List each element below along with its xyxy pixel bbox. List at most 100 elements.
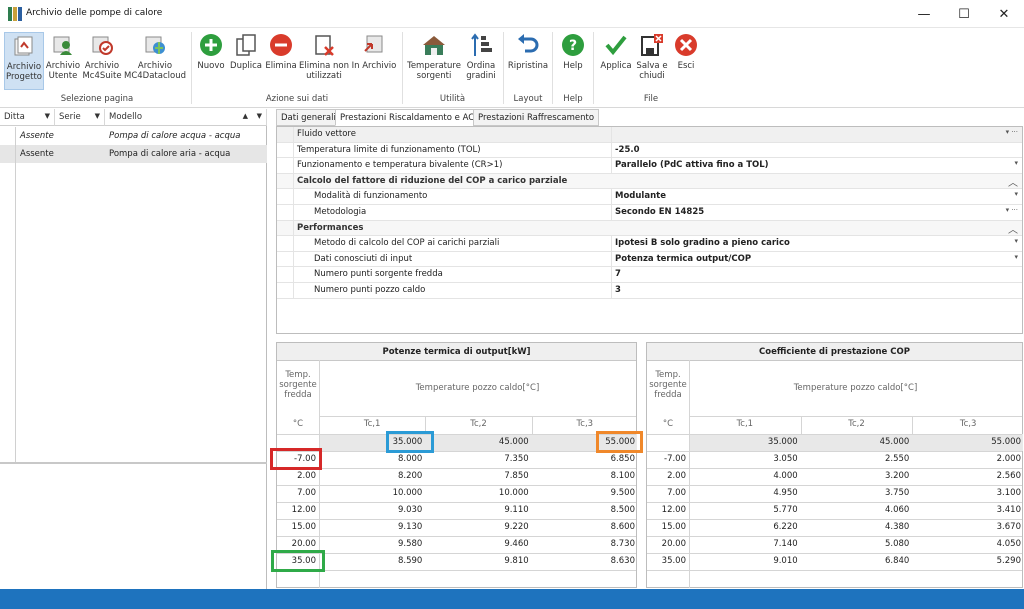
sink-temp-cell[interactable]: 55.000 — [912, 434, 1024, 451]
source-temp-cell[interactable]: 7.00 — [277, 485, 319, 502]
value-cell[interactable]: 5.290 — [912, 553, 1024, 570]
ordina-gradini-button[interactable]: Ordina gradini — [463, 32, 499, 90]
archivio-mc4suite-button[interactable]: Archivio Mc4Suite — [82, 32, 122, 90]
tab-prestazioni-raffrescamento[interactable]: Prestazioni Raffrescamento — [473, 109, 600, 126]
ripristina-button[interactable]: Ripristina — [506, 32, 550, 90]
value-cell[interactable]: 8.630 — [532, 553, 638, 570]
value-cell[interactable]: 9.220 — [425, 519, 531, 536]
dropdown-icon[interactable]: ▾ ··· — [1006, 128, 1018, 136]
list-item[interactable]: Assente Pompa di calore acqua - acqua — [0, 127, 267, 145]
archivio-utente-button[interactable]: Archivio Utente — [44, 32, 82, 90]
property-row[interactable]: Modalità di funzionamento Modulante ▾ — [277, 189, 1022, 205]
value-cell[interactable]: 5.770 — [689, 502, 801, 519]
source-temp-cell[interactable]: 20.00 — [647, 536, 689, 553]
salva-chiudi-button[interactable]: Salva e chiudi — [634, 32, 670, 90]
value-cell[interactable]: 8.590 — [319, 553, 425, 570]
value-cell[interactable]: 9.030 — [319, 502, 425, 519]
source-temp-cell[interactable]: 35.00 — [647, 553, 689, 570]
value-cell[interactable]: 7.850 — [425, 468, 531, 485]
dropdown-icon[interactable]: ▾ — [1014, 190, 1018, 198]
source-temp-cell[interactable]: 15.00 — [647, 519, 689, 536]
source-temp-cell[interactable]: 7.00 — [647, 485, 689, 502]
column-header-ditta[interactable]: Ditta ▼ — [0, 109, 55, 126]
property-row[interactable]: Numero punti pozzo caldo 3 — [277, 283, 1022, 299]
value-cell[interactable]: 3.200 — [801, 468, 913, 485]
property-row[interactable]: Metodologia Secondo EN 14825 ▾ ··· — [277, 205, 1022, 221]
value-cell[interactable]: 3.410 — [912, 502, 1024, 519]
sort-up-icon[interactable]: ▲ — [243, 112, 248, 120]
pane-splitter[interactable] — [0, 462, 267, 464]
sink-temp-cell[interactable]: 45.000 — [801, 434, 913, 451]
value-cell[interactable]: 3.750 — [801, 485, 913, 502]
value-cell[interactable]: 9.110 — [425, 502, 531, 519]
value-cell[interactable]: 3.050 — [689, 451, 801, 468]
value-cell[interactable]: 4.950 — [689, 485, 801, 502]
value-cell[interactable]: 10.000 — [425, 485, 531, 502]
value-cell[interactable]: 4.060 — [801, 502, 913, 519]
close-button[interactable]: ✕ — [984, 0, 1024, 28]
temperature-sorgenti-button[interactable]: Temperature sorgenti — [406, 32, 462, 90]
in-archivio-button[interactable]: In Archivio — [351, 32, 397, 90]
value-cell[interactable]: 3.100 — [912, 485, 1024, 502]
value-cell[interactable]: 9.580 — [319, 536, 425, 553]
value-cell[interactable]: 8.100 — [532, 468, 638, 485]
elimina-non-utilizzati-button[interactable]: Elimina non utilizzati — [298, 32, 350, 90]
property-row[interactable]: Fluido vettore ▾ ··· — [277, 127, 1022, 143]
source-temp-cell[interactable]: 2.00 — [647, 468, 689, 485]
value-cell[interactable]: 2.560 — [912, 468, 1024, 485]
sink-temp-cell[interactable]: 35.000 — [689, 434, 801, 451]
dropdown-icon[interactable]: ▾ — [1014, 237, 1018, 245]
property-category[interactable]: Calcolo del fattore di riduzione del COP… — [277, 173, 1022, 190]
source-temp-cell[interactable]: 2.00 — [277, 468, 319, 485]
value-cell[interactable]: 4.050 — [912, 536, 1024, 553]
minimize-button[interactable]: — — [904, 0, 944, 28]
tab-dati-generali[interactable]: Dati generali — [276, 109, 341, 126]
value-cell[interactable]: 5.080 — [801, 536, 913, 553]
value-cell[interactable]: 2.000 — [912, 451, 1024, 468]
value-cell[interactable]: 8.200 — [319, 468, 425, 485]
help-button[interactable]: ? Help — [557, 32, 589, 90]
value-cell[interactable]: 3.670 — [912, 519, 1024, 536]
source-temp-cell[interactable]: 12.00 — [277, 502, 319, 519]
maximize-button[interactable]: ☐ — [944, 0, 984, 28]
column-header-serie[interactable]: Serie ▼ — [55, 109, 105, 126]
tab-prestazioni-riscaldamento[interactable]: Prestazioni Riscaldamento e ACS — [335, 109, 485, 126]
archivio-progetto-button[interactable]: Archivio Progetto — [4, 32, 44, 90]
value-cell[interactable]: 9.810 — [425, 553, 531, 570]
nuovo-button[interactable]: Nuovo — [196, 32, 226, 90]
list-item[interactable]: Assente Pompa di calore aria - acqua — [0, 145, 267, 163]
value-cell[interactable]: 2.550 — [801, 451, 913, 468]
dropdown-icon[interactable]: ▾ ··· — [1006, 206, 1018, 214]
source-temp-cell[interactable]: -7.00 — [647, 451, 689, 468]
filter-icon[interactable]: ▼ — [45, 112, 50, 120]
collapse-icon[interactable]: ︿ — [1008, 221, 1018, 236]
filter-icon[interactable]: ▼ — [257, 112, 262, 120]
value-cell[interactable]: 7.140 — [689, 536, 801, 553]
collapse-icon[interactable]: ︿ — [1008, 174, 1018, 189]
value-cell[interactable]: 9.460 — [425, 536, 531, 553]
value-cell[interactable]: 8.730 — [532, 536, 638, 553]
esci-button[interactable]: Esci — [670, 32, 702, 90]
value-cell[interactable]: 9.500 — [532, 485, 638, 502]
property-row[interactable]: Temperatura limite di funzionamento (TOL… — [277, 142, 1022, 159]
property-category[interactable]: Performances ︿ — [277, 220, 1022, 237]
dropdown-icon[interactable]: ▾ — [1014, 253, 1018, 261]
source-temp-cell[interactable]: 12.00 — [647, 502, 689, 519]
property-row[interactable]: Dati conosciuti di input Potenza termica … — [277, 251, 1022, 268]
filter-icon[interactable]: ▼ — [95, 112, 100, 120]
dropdown-icon[interactable]: ▾ — [1014, 159, 1018, 167]
duplica-button[interactable]: Duplica — [228, 32, 264, 90]
value-cell[interactable]: 9.130 — [319, 519, 425, 536]
value-cell[interactable]: 8.000 — [319, 451, 425, 468]
elimina-button[interactable]: Elimina — [264, 32, 298, 90]
source-temp-cell[interactable]: 15.00 — [277, 519, 319, 536]
sink-temp-cell[interactable]: 45.000 — [425, 434, 531, 451]
value-cell[interactable]: 10.000 — [319, 485, 425, 502]
applica-button[interactable]: Applica — [598, 32, 634, 90]
value-cell[interactable]: 4.000 — [689, 468, 801, 485]
value-cell[interactable]: 8.600 — [532, 519, 638, 536]
value-cell[interactable]: 6.220 — [689, 519, 801, 536]
value-cell[interactable]: 4.380 — [801, 519, 913, 536]
property-row[interactable]: Numero punti sorgente fredda 7 — [277, 267, 1022, 283]
property-row[interactable]: Funzionamento e temperatura bivalente (C… — [277, 158, 1022, 174]
